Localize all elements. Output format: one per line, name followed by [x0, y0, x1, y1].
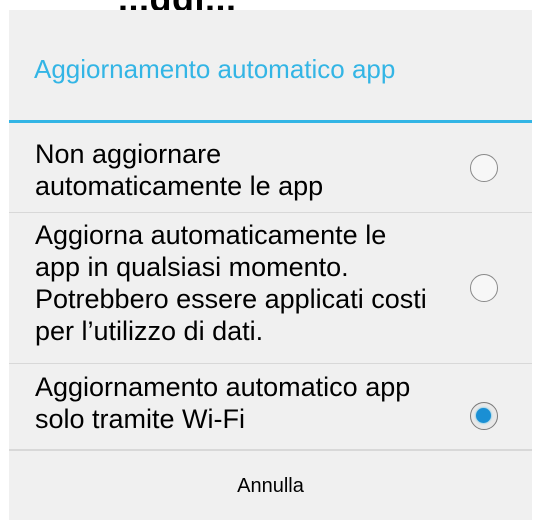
auto-update-dialog: Aggiornamento automatico app Non aggiorn…	[9, 10, 532, 520]
option-update-any-time[interactable]: Aggiorna automaticamente le app in quals…	[9, 213, 532, 364]
dialog-header: Aggiornamento automatico app	[9, 10, 532, 123]
option-do-not-update[interactable]: Non aggiornare automaticamente le app	[9, 123, 532, 213]
option-update-wifi-only[interactable]: Aggiornamento automatico app solo tramit…	[9, 364, 532, 450]
dialog-title: Aggiornamento automatico app	[34, 54, 396, 84]
radio-selected-dot	[476, 408, 491, 423]
cancel-button[interactable]: Annulla	[9, 451, 532, 520]
option-label: Aggiornamento automatico app solo tramit…	[35, 372, 411, 434]
radio-options-list: Non aggiornare automaticamente le app Ag…	[9, 123, 532, 450]
radio-button-unchecked[interactable]	[470, 154, 498, 182]
radio-button-unchecked[interactable]	[470, 274, 498, 302]
option-label: Non aggiornare automaticamente le app	[35, 139, 324, 201]
option-label: Aggiorna automaticamente le app in quals…	[35, 220, 427, 346]
radio-button-checked[interactable]	[470, 402, 498, 430]
dialog-footer: Annulla	[9, 450, 532, 520]
screen: ...ggi... Aggiornamento automatico app N…	[0, 0, 535, 520]
